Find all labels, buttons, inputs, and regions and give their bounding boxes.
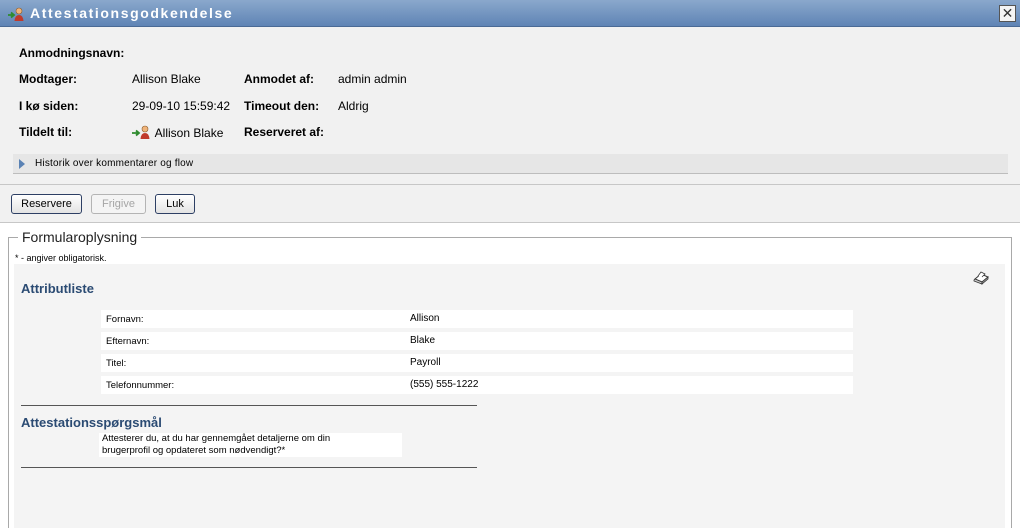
reserved-by-label: Reserveret af:	[244, 125, 325, 139]
request-name-label: Anmodningsnavn:	[19, 46, 125, 60]
attributes-title: Attributliste	[21, 281, 94, 296]
attribute-label: Telefonnummer:	[106, 380, 175, 391]
attribute-label: Titel:	[106, 358, 127, 369]
queued-since-label: I kø siden:	[19, 99, 79, 113]
question-text-line2: brugerprofil og opdateret som nødvendigt…	[102, 445, 286, 456]
requested-by-value: admin admin	[338, 72, 407, 86]
window-title: Attestationsgodkendelse	[30, 5, 234, 21]
attribute-value: Blake	[410, 335, 436, 346]
attestation-question: Attesterer du, at du har gennemgået deta…	[99, 433, 402, 457]
queued-since-value: 29-09-10 15:59:42	[132, 99, 231, 113]
questions-title: Attestationsspørgsmål	[21, 415, 162, 430]
recipient-label: Modtager:	[19, 72, 77, 86]
recipient-value: Allison Blake	[132, 72, 201, 86]
request-details: Anmodningsnavn: Modtager: Allison Blake …	[0, 27, 1020, 185]
expand-arrow-icon	[19, 159, 25, 169]
timeout-label: Timeout den:	[244, 99, 320, 113]
assigned-to-label: Tildelt til:	[19, 125, 73, 139]
attribute-row-firstname: Fornavn: Allison	[101, 310, 853, 328]
attribute-row-phone: Telefonnummer: (555) 555-1222	[101, 376, 853, 394]
attribute-row-title: Titel: Payroll	[101, 354, 853, 372]
user-forward-icon	[132, 125, 150, 139]
form-area	[14, 264, 1005, 528]
attribute-value: Payroll	[410, 357, 441, 368]
history-toggle[interactable]: Historik over kommentarer og flow	[13, 154, 1008, 174]
attribute-row-lastname: Efternavn: Blake	[101, 332, 853, 350]
close-icon[interactable]: ✕	[999, 5, 1016, 22]
attribute-value: (555) 555-1222	[410, 379, 479, 390]
action-bar: Reservere Frigive Luk	[0, 185, 1020, 223]
window-titlebar: Attestationsgodkendelse ✕	[0, 0, 1020, 27]
close-button[interactable]: Luk	[155, 194, 195, 214]
assigned-to-value: Allison Blake	[154, 126, 224, 140]
history-label: Historik over kommentarer og flow	[35, 158, 194, 169]
question-text-line1: Attesterer du, at du har gennemgået deta…	[102, 433, 331, 444]
release-button[interactable]: Frigive	[91, 194, 146, 214]
assigned-to: Allison Blake	[132, 125, 223, 140]
timeout-value: Aldrig	[338, 99, 369, 113]
reserve-button[interactable]: Reservere	[11, 194, 82, 214]
requested-by-label: Anmodet af:	[244, 72, 314, 86]
attribute-label: Efternavn:	[106, 336, 150, 347]
required-note: * - angiver obligatorisk.	[15, 253, 107, 263]
user-forward-icon	[8, 7, 24, 21]
section-divider	[21, 467, 477, 468]
printer-icon[interactable]	[972, 270, 990, 286]
attribute-value: Allison	[410, 313, 440, 324]
section-divider	[21, 405, 477, 406]
form-legend: Formularoplysning	[18, 229, 142, 245]
attribute-label: Fornavn:	[106, 314, 144, 325]
